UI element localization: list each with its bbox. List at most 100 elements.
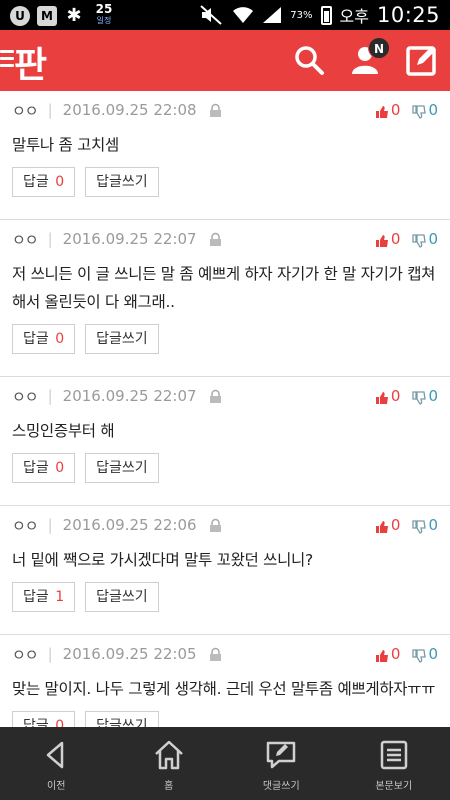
back-arrow-icon: [47, 741, 64, 769]
thumbs-up-icon: [375, 521, 388, 533]
vote-group: 0 0: [375, 387, 438, 405]
thumbs-down-icon: [412, 391, 427, 405]
like-button[interactable]: 0: [375, 516, 401, 534]
bottom-nav: 이전 홈 댓글쓰기 본문보기: [0, 727, 450, 800]
meta-divider: |: [47, 230, 53, 248]
comment-text: 저 쓰니든 이 글 쓰니든 말 좀 예쁘게 하자 자기가 한 말 자기가 캡쳐해…: [12, 265, 436, 311]
comment-text: 말투나 좀 고치셈: [12, 136, 119, 154]
thumbs-up-icon: [375, 106, 388, 118]
comment-item: ㅇㅇ | 2016.09.25 22:07 0 0 스밍인증부터 해 답글 0 …: [0, 377, 450, 506]
dislike-count: 0: [428, 101, 438, 119]
pinwheel-icon: ✱: [66, 5, 82, 26]
comment-pencil-icon: [267, 741, 296, 769]
comment-timestamp: 2016.09.25 22:08: [62, 101, 197, 119]
calendar-icon: 25 일정: [91, 2, 117, 28]
m-app-icon: M: [37, 6, 57, 26]
write-reply-button[interactable]: 답글쓰기: [85, 582, 159, 612]
report-icon[interactable]: [209, 232, 222, 247]
calendar-day: 25: [95, 2, 113, 16]
u-app-icon: U: [10, 6, 30, 26]
like-button[interactable]: 0: [375, 230, 400, 248]
thumbs-down-icon: [412, 520, 427, 534]
reply-count: 0: [55, 460, 65, 476]
meta-divider: |: [47, 516, 53, 534]
comment-actions: 답글 0 답글쓰기: [12, 159, 438, 219]
calendar-label: 일정: [96, 16, 112, 25]
status-bar: U M ✱ 25 일정 73% 오후 10:25: [0, 0, 450, 30]
dislike-button[interactable]: 0: [412, 387, 438, 405]
battery-icon: [320, 5, 332, 25]
mute-icon: [200, 5, 222, 25]
replies-label: 답글: [23, 460, 49, 476]
comment-text: 스밍인증부터 해: [12, 422, 115, 440]
reply-count: 0: [55, 718, 65, 727]
report-icon[interactable]: [209, 103, 222, 118]
dislike-count: 0: [428, 516, 438, 534]
comment-actions: 답글 0 답글쓰기: [12, 445, 438, 505]
vote-group: 0 0: [375, 645, 438, 663]
search-icon[interactable]: [292, 43, 326, 77]
report-icon[interactable]: [209, 518, 222, 533]
app-header: 판 N: [0, 30, 450, 91]
dislike-button[interactable]: 0: [412, 101, 438, 119]
thumbs-up-icon: [375, 235, 388, 247]
dislike-count: 0: [428, 387, 438, 405]
like-count: 0: [390, 645, 401, 663]
replies-button[interactable]: 답글 0: [12, 167, 76, 197]
signal-icon: [263, 7, 282, 23]
write-post-icon[interactable]: [405, 43, 439, 77]
comment-timestamp: 2016.09.25 22:07: [62, 230, 197, 248]
comment-author: ㅇㅇ: [12, 101, 39, 120]
nav-home-button[interactable]: 홈: [113, 727, 226, 800]
dislike-button[interactable]: 0: [412, 230, 438, 248]
write-reply-button[interactable]: 답글쓰기: [85, 167, 159, 197]
meta-divider: |: [47, 101, 53, 119]
nav-view-post-label: 본문보기: [375, 781, 413, 792]
replies-button[interactable]: 답글 0: [12, 711, 76, 727]
replies-button[interactable]: 답글 0: [12, 453, 76, 483]
write-reply-button[interactable]: 답글쓰기: [85, 324, 159, 354]
status-ampm: 오후: [339, 7, 369, 26]
comment-text: 맞는 말이지. 나두 그렇게 생각해. 근데 우선 말투좀 예쁘게하자ㅠㅠ: [12, 680, 436, 698]
comment-item: ㅇㅇ | 2016.09.25 22:06 0 0 너 밑에 짹으로 가시겠다며…: [0, 506, 450, 635]
replies-label: 답글: [23, 174, 49, 190]
report-icon[interactable]: [209, 389, 222, 404]
like-button[interactable]: 0: [375, 101, 401, 119]
replies-label: 답글: [23, 718, 49, 727]
comment-author: ㅇㅇ: [12, 387, 39, 406]
status-bar-notifications: U M ✱ 25 일정: [10, 2, 117, 28]
write-reply-button[interactable]: 답글쓰기: [85, 711, 159, 727]
status-bar-system: 73% 오후 10:25: [200, 3, 440, 27]
nav-home-label: 홈: [164, 781, 174, 792]
nav-back-label: 이전: [47, 781, 66, 792]
like-button[interactable]: 0: [375, 387, 400, 405]
status-time: 10:25: [376, 3, 440, 27]
dislike-button[interactable]: 0: [412, 645, 438, 663]
dislike-count: 0: [428, 230, 438, 248]
nav-write-comment-button[interactable]: 댓글쓰기: [225, 727, 338, 800]
app-logo[interactable]: 판: [14, 36, 47, 88]
replies-label: 답글: [23, 589, 49, 605]
nav-back-button[interactable]: 이전: [0, 727, 113, 800]
replies-button[interactable]: 답글 1: [12, 582, 76, 612]
dislike-count: 0: [428, 645, 438, 663]
like-button[interactable]: 0: [375, 645, 401, 663]
report-icon[interactable]: [209, 647, 222, 662]
thumbs-down-icon: [412, 105, 427, 119]
comment-item: ㅇㅇ | 2016.09.25 22:05 0 0 맞는 말이지. 나두 그렇게…: [0, 635, 450, 727]
vote-group: 0 0: [375, 101, 438, 119]
nav-view-post-button[interactable]: 본문보기: [338, 727, 450, 800]
comment-timestamp: 2016.09.25 22:07: [62, 387, 197, 405]
document-icon: [380, 740, 407, 770]
comment-list: ㅇㅇ | 2016.09.25 22:08 0 0 말투나 좀 고치셈 답글 0…: [0, 91, 450, 727]
like-count: 0: [390, 101, 401, 119]
comment-timestamp: 2016.09.25 22:05: [62, 645, 197, 663]
comment-item: ㅇㅇ | 2016.09.25 22:08 0 0 말투나 좀 고치셈 답글 0…: [0, 91, 450, 220]
write-reply-button[interactable]: 답글쓰기: [85, 453, 159, 483]
replies-button[interactable]: 답글 0: [12, 324, 76, 354]
dislike-button[interactable]: 0: [412, 516, 438, 534]
replies-label: 답글: [23, 331, 49, 347]
menu-icon[interactable]: [0, 50, 14, 71]
like-count: 0: [390, 516, 401, 534]
comment-timestamp: 2016.09.25 22:06: [62, 516, 197, 534]
